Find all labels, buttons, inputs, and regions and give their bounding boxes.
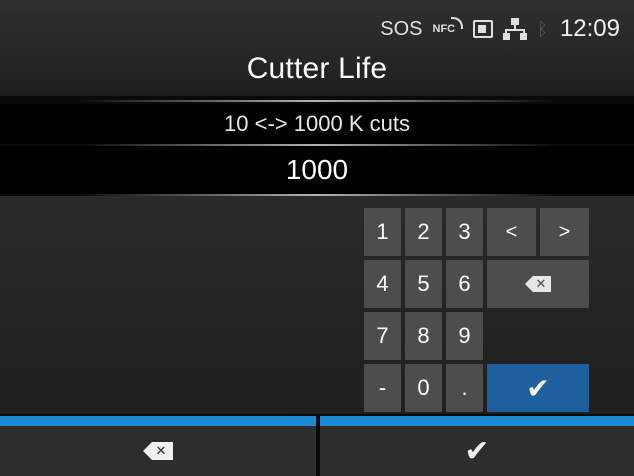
sd-card-icon bbox=[473, 20, 494, 38]
backspace-key[interactable]: ✕ bbox=[487, 260, 589, 308]
confirm-button[interactable]: ✔ bbox=[320, 416, 634, 476]
sos-indicator: SOS bbox=[380, 17, 423, 40]
check-icon: ✔ bbox=[464, 434, 490, 468]
key-3[interactable]: 3 bbox=[446, 208, 483, 256]
status-bar: SOS NFC ᛒ 12:09 bbox=[380, 12, 620, 46]
key-0[interactable]: 0 bbox=[405, 364, 442, 412]
key-2[interactable]: 2 bbox=[405, 208, 442, 256]
key-decimal[interactable]: . bbox=[446, 364, 483, 412]
numeric-keypad: 1 2 3 < > 4 5 6 ✕ 7 8 9 - 0 . ✔ bbox=[364, 208, 589, 412]
enter-key[interactable]: ✔ bbox=[487, 364, 589, 412]
backspace-icon: ✕ bbox=[143, 442, 173, 460]
bottom-bar: ✕ ✔ bbox=[0, 416, 634, 476]
header: SOS NFC ᛒ 12:09 Cutter Life bbox=[0, 0, 634, 96]
key-5[interactable]: 5 bbox=[405, 260, 442, 308]
cursor-left-key[interactable]: < bbox=[487, 208, 536, 256]
page-title: Cutter Life bbox=[246, 52, 388, 85]
range-label: 10 <-> 1000 K cuts bbox=[0, 104, 634, 144]
key-1[interactable]: 1 bbox=[364, 208, 401, 256]
bluetooth-icon: ᛒ bbox=[537, 18, 548, 39]
value-field[interactable]: 1000 bbox=[0, 146, 634, 194]
lan-icon bbox=[503, 18, 528, 40]
title-divider bbox=[80, 100, 554, 102]
key-9[interactable]: 9 bbox=[446, 312, 483, 360]
check-icon: ✔ bbox=[526, 372, 550, 404]
key-minus[interactable]: - bbox=[364, 364, 401, 412]
key-6[interactable]: 6 bbox=[446, 260, 483, 308]
key-7[interactable]: 7 bbox=[364, 312, 401, 360]
clock: 12:09 bbox=[559, 15, 620, 42]
backspace-icon: ✕ bbox=[525, 276, 551, 292]
key-4[interactable]: 4 bbox=[364, 260, 401, 308]
key-8[interactable]: 8 bbox=[405, 312, 442, 360]
cursor-right-key[interactable]: > bbox=[540, 208, 589, 256]
cancel-button[interactable]: ✕ bbox=[0, 416, 316, 476]
nfc-icon: NFC bbox=[433, 17, 464, 35]
keypad-blank bbox=[487, 312, 589, 360]
